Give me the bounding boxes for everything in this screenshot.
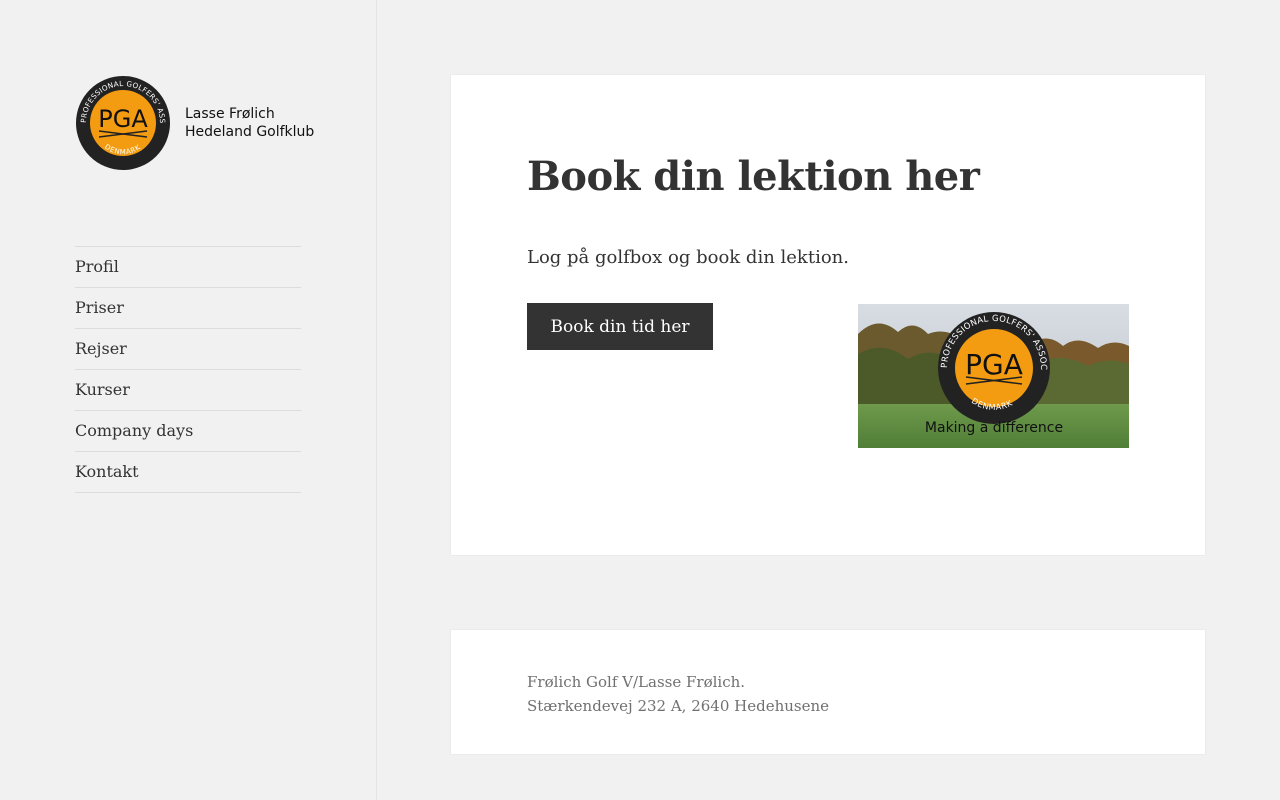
footer-line-1: Frølich Golf V/Lasse Frølich.: [527, 673, 746, 691]
logo-text: Lasse Frølich Hedeland Golfklub: [185, 105, 314, 141]
main-article: Book din lektion her Log på golfbox og b…: [451, 75, 1205, 555]
nav-item-kontakt[interactable]: Kontakt: [75, 452, 301, 493]
footer-line-2: Stærkendevej 232 A, 2640 Hedehusene: [527, 697, 830, 715]
intro-text: Log på golfbox og book din lektion.: [527, 247, 849, 268]
site-logo[interactable]: PROFESSIONAL GOLFERS' ASSOCIATION DENMAR…: [75, 74, 314, 172]
main-nav: Profil Priser Rejser Kurser Company days…: [75, 246, 301, 493]
logo-line-1: Lasse Frølich: [185, 106, 275, 122]
svg-text:PGA: PGA: [965, 348, 1023, 381]
book-button[interactable]: Book din tid her: [527, 303, 713, 350]
pga-badge-icon: PROFESSIONAL GOLFERS' ASSOCIATION DENMAR…: [75, 75, 170, 170]
nav-item-priser[interactable]: Priser: [75, 288, 301, 329]
sidebar: PROFESSIONAL GOLFERS' ASSOCIATION DENMAR…: [0, 0, 377, 800]
nav-item-company-days[interactable]: Company days: [75, 411, 301, 452]
svg-text:Making a difference: Making a difference: [925, 420, 1063, 436]
nav-item-rejser[interactable]: Rejser: [75, 329, 301, 370]
pga-banner-image: PROFESSIONAL GOLFERS' ASSOCIATION DENMAR…: [858, 304, 1129, 448]
page-title: Book din lektion her: [527, 153, 980, 200]
nav-item-profil[interactable]: Profil: [75, 247, 301, 288]
svg-text:PGA: PGA: [98, 105, 148, 133]
footer-address: Frølich Golf V/Lasse Frølich. Stærkendev…: [527, 670, 829, 718]
logo-line-2: Hedeland Golfklub: [185, 124, 315, 140]
nav-item-kurser[interactable]: Kurser: [75, 370, 301, 411]
site-footer: Frølich Golf V/Lasse Frølich. Stærkendev…: [451, 630, 1205, 754]
